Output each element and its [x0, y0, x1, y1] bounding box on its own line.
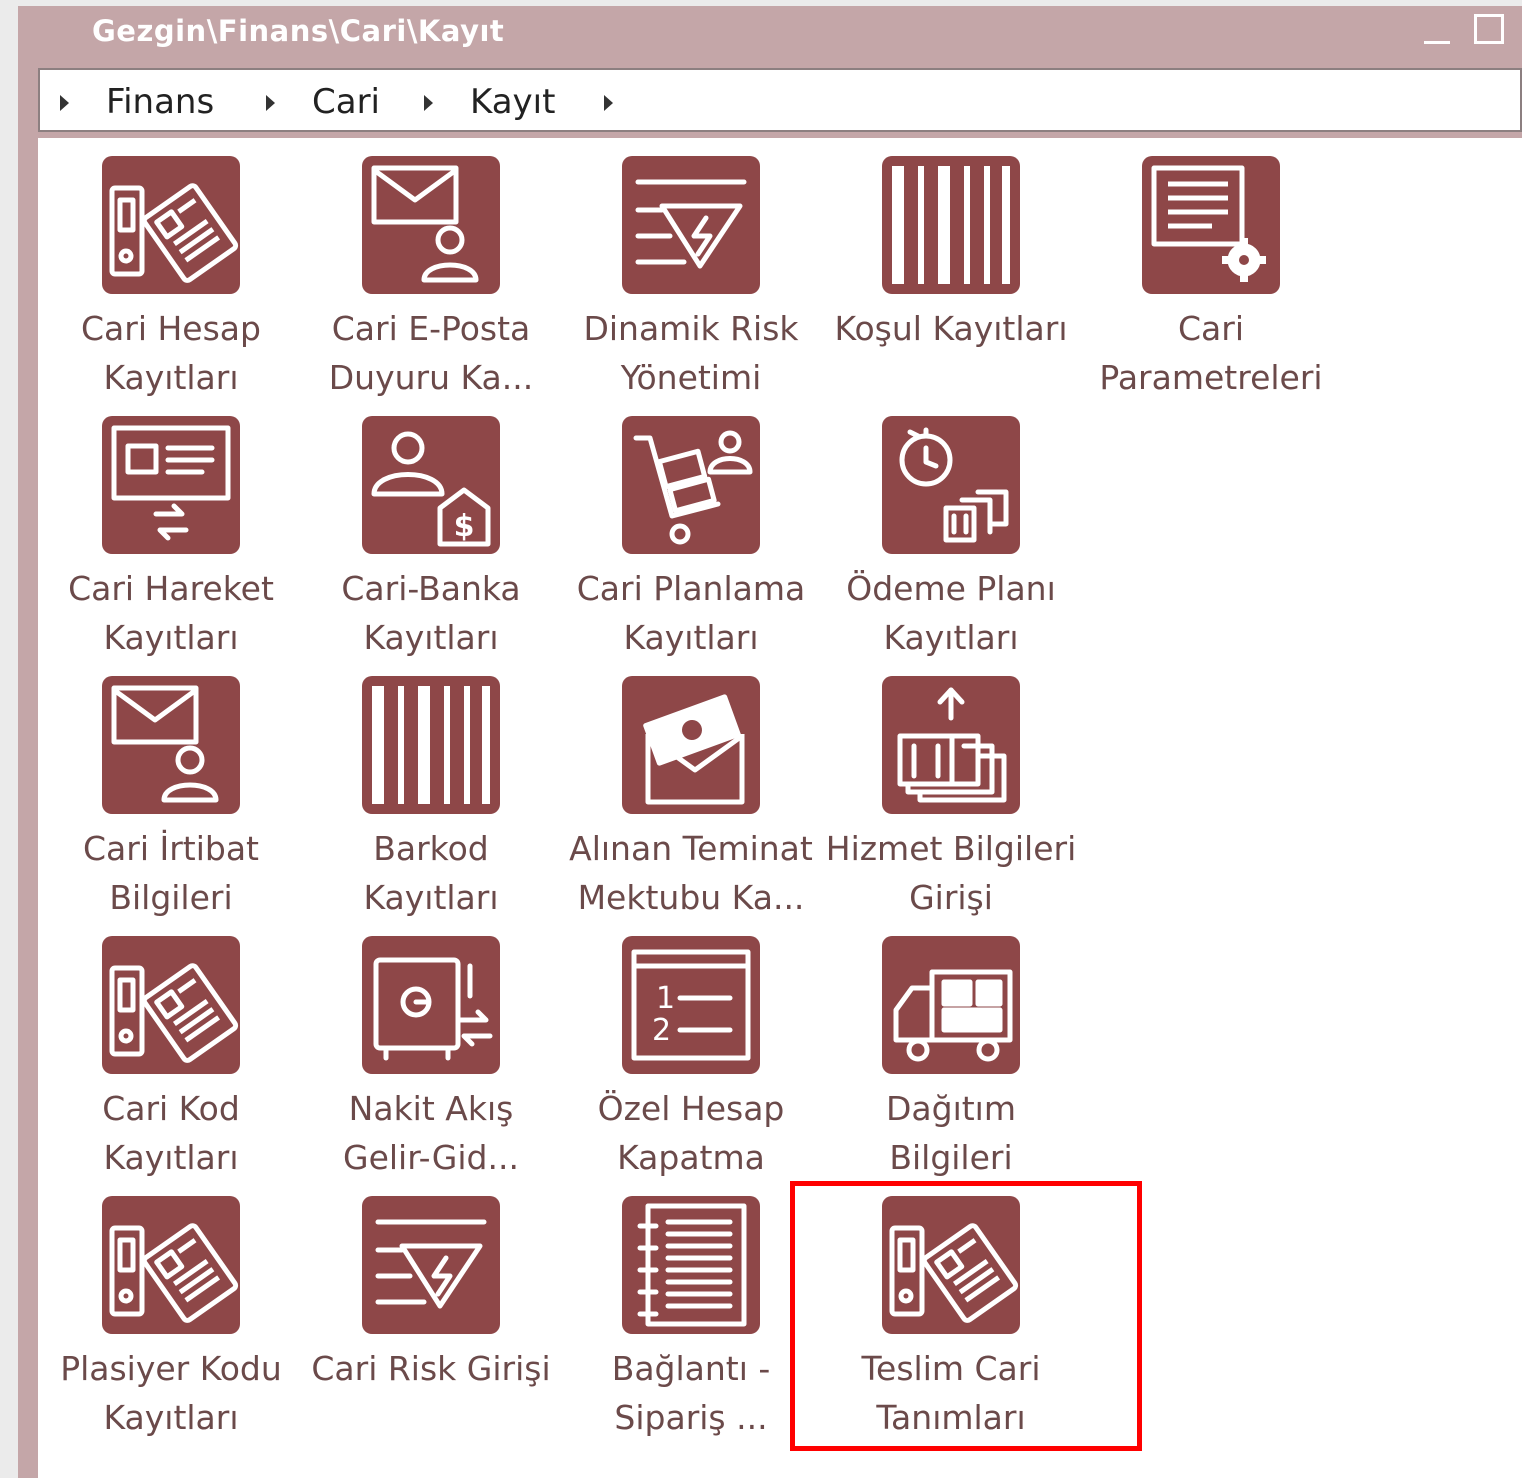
safe-exchange-icon[interactable]: [362, 936, 500, 1074]
window-title: Gezgin\Finans\Cari\Kayıt: [92, 14, 505, 48]
tile[interactable]: Cari E-Posta Duyuru Ka...: [300, 144, 562, 398]
title-bar[interactable]: Gezgin\Finans\Cari\Kayıt: [18, 6, 1522, 64]
hand-truck-person-icon[interactable]: [622, 416, 760, 554]
breadcrumb-item-finans[interactable]: Finans: [106, 82, 214, 122]
tile[interactable]: Cari Hareket Kayıtları: [40, 404, 302, 658]
tile-grid: Cari Hesap Kayıtları Cari E-Posta Duyuru…: [38, 138, 1522, 1478]
maximize-icon[interactable]: [1474, 14, 1504, 44]
tile[interactable]: Nakit Akış Gelir-Gid...: [300, 924, 562, 1178]
tile-label[interactable]: Dinamik Risk Yönetimi: [560, 304, 822, 402]
tile-label[interactable]: Cari E-Posta Duyuru Ka...: [300, 304, 562, 402]
tile-label[interactable]: Nakit Akış Gelir-Gid...: [300, 1084, 562, 1182]
stopwatch-money-icon[interactable]: [882, 416, 1020, 554]
highlight-rectangle: [790, 1181, 1142, 1451]
binder-card-icon[interactable]: [102, 1196, 240, 1334]
tile-label[interactable]: Cari İrtibat Bilgileri: [40, 824, 302, 922]
barcode-icon[interactable]: [362, 676, 500, 814]
tile[interactable]: Cari Planlama Kayıtları: [560, 404, 822, 658]
tile-label[interactable]: Hizmet Bilgileri Girişi: [820, 824, 1082, 922]
tile[interactable]: Dinamik Risk Yönetimi: [560, 144, 822, 398]
tile-label[interactable]: Dağıtım Bilgileri: [820, 1084, 1082, 1182]
breadcrumb-item-kayit[interactable]: Kayıt: [470, 82, 555, 122]
tile-label[interactable]: Cari-Banka Kayıtları: [300, 564, 562, 662]
breadcrumb-arrow-icon[interactable]: [604, 95, 613, 111]
tile-label[interactable]: Barkod Kayıtları: [300, 824, 562, 922]
breadcrumb-arrow-icon[interactable]: [424, 95, 433, 111]
risk-warning-icon[interactable]: [622, 156, 760, 294]
tile[interactable]: Hizmet Bilgileri Girişi: [820, 664, 1082, 918]
tile-label[interactable]: Cari Parametreleri: [1080, 304, 1342, 402]
notebook-icon[interactable]: [622, 1196, 760, 1334]
person-bank-icon[interactable]: $: [362, 416, 500, 554]
tile[interactable]: Koşul Kayıtları: [820, 144, 1082, 398]
tile[interactable]: $ Cari-Banka Kayıtları: [300, 404, 562, 658]
minimize-icon[interactable]: [1420, 16, 1454, 48]
risk-warning-icon[interactable]: [362, 1196, 500, 1334]
barcode-icon[interactable]: [882, 156, 1020, 294]
tile-label[interactable]: Cari Hareket Kayıtları: [40, 564, 302, 662]
numbered-list-icon[interactable]: 1 2: [622, 936, 760, 1074]
breadcrumb-arrow-icon[interactable]: [266, 95, 275, 111]
tile-label[interactable]: Cari Risk Girişi: [300, 1344, 562, 1393]
svg-text:1: 1: [656, 981, 675, 1016]
mail-person-icon[interactable]: [102, 676, 240, 814]
tile[interactable]: Cari Kod Kayıtları: [40, 924, 302, 1178]
tile[interactable]: Plasiyer Kodu Kayıtları: [40, 1184, 302, 1438]
tile-label[interactable]: Koşul Kayıtları: [820, 304, 1082, 353]
tile[interactable]: Barkod Kayıtları: [300, 664, 562, 918]
envelope-money-icon[interactable]: [622, 676, 760, 814]
tile-label[interactable]: Cari Kod Kayıtları: [40, 1084, 302, 1182]
binder-card-icon[interactable]: [102, 156, 240, 294]
binder-card-icon[interactable]: [102, 936, 240, 1074]
breadcrumb: Finans Cari Kayıt: [38, 68, 1522, 132]
tile[interactable]: Alınan Teminat Mektubu Ka...: [560, 664, 822, 918]
tile-label[interactable]: Alınan Teminat Mektubu Ka...: [560, 824, 822, 922]
tile[interactable]: Cari Hesap Kayıtları: [40, 144, 302, 398]
money-upload-icon[interactable]: [882, 676, 1020, 814]
tile[interactable]: Dağıtım Bilgileri: [820, 924, 1082, 1178]
tile[interactable]: Bağlantı - Sipariş ...: [560, 1184, 822, 1438]
svg-text:$: $: [454, 509, 475, 544]
tile-label[interactable]: Ödeme Planı Kayıtları: [820, 564, 1082, 662]
breadcrumb-arrow-icon[interactable]: [60, 95, 69, 111]
tile-label[interactable]: Cari Planlama Kayıtları: [560, 564, 822, 662]
delivery-truck-icon[interactable]: [882, 936, 1020, 1074]
tile[interactable]: Cari Risk Girişi: [300, 1184, 562, 1438]
tile[interactable]: Ödeme Planı Kayıtları: [820, 404, 1082, 658]
explorer-window: Gezgin\Finans\Cari\Kayıt Finans Cari Kay…: [18, 6, 1522, 1478]
mail-person-icon[interactable]: [362, 156, 500, 294]
breadcrumb-item-cari[interactable]: Cari: [312, 82, 380, 122]
tile[interactable]: Cari İrtibat Bilgileri: [40, 664, 302, 918]
svg-text:2: 2: [652, 1013, 671, 1048]
tile-label[interactable]: Cari Hesap Kayıtları: [40, 304, 302, 402]
tile[interactable]: Cari Parametreleri: [1080, 144, 1342, 398]
tile-label[interactable]: Bağlantı - Sipariş ...: [560, 1344, 822, 1442]
document-gear-icon[interactable]: [1142, 156, 1280, 294]
tile-label[interactable]: Özel Hesap Kapatma: [560, 1084, 822, 1182]
tile-label[interactable]: Plasiyer Kodu Kayıtları: [40, 1344, 302, 1442]
tile[interactable]: 1 2 Özel Hesap Kapatma: [560, 924, 822, 1178]
card-exchange-icon[interactable]: [102, 416, 240, 554]
